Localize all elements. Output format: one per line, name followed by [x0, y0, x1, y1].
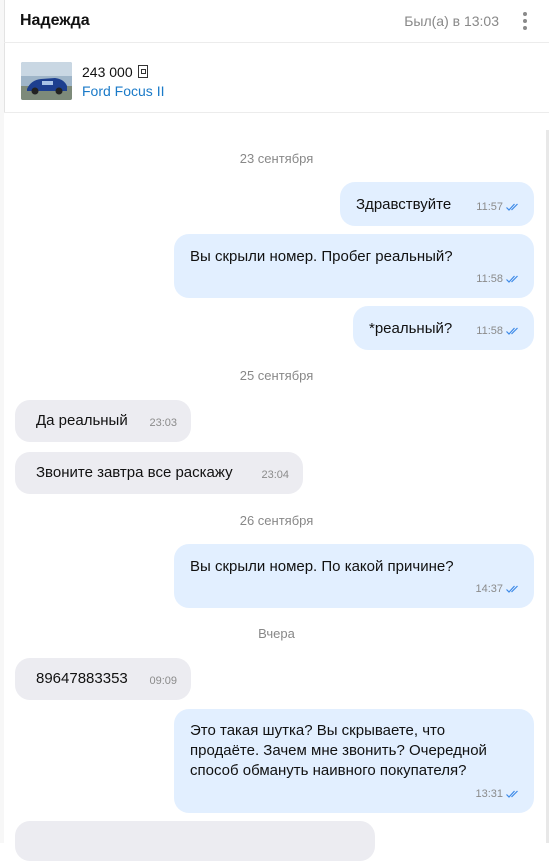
car-thumbnail[interactable] — [21, 62, 72, 100]
message-list[interactable]: 23 сентября Здравствуйте 11:57 Вы скрыли… — [4, 113, 549, 861]
message-text: Это такая шутка? Вы скрываете, что прода… — [190, 722, 487, 779]
message-text: Вы скрыли номер. По какой причине? — [190, 558, 454, 575]
message-text: Вы скрыли номер. Пробег реальный? — [190, 248, 453, 265]
message-incoming[interactable]: Да реальный 23:03 — [15, 400, 191, 442]
contact-name[interactable]: Надежда — [20, 12, 90, 30]
message-time: 09:09 — [149, 675, 177, 687]
date-separator: Вчера — [258, 626, 295, 641]
read-checkmarks-icon — [506, 790, 518, 798]
message-outgoing[interactable]: Вы скрыли номер. Пробег реальный? 11:58 — [174, 234, 534, 298]
message-time: 11:58 — [476, 269, 520, 289]
message-time: 11:58 — [476, 321, 520, 341]
date-separator: 23 сентября — [239, 151, 314, 166]
message-outgoing[interactable]: Вы скрыли номер. По какой причине? 14:37 — [174, 544, 534, 608]
message-time: 11:57 — [476, 197, 520, 217]
message-outgoing[interactable]: Это такая шутка? Вы скрываете, что прода… — [174, 709, 534, 813]
read-checkmarks-icon — [506, 275, 518, 283]
chat-header: Надежда Был(а) в 13:03 — [4, 0, 549, 43]
message-text: 89647883353 — [36, 670, 128, 687]
read-checkmarks-icon — [506, 327, 518, 335]
message-text: *реальный? — [369, 320, 453, 337]
message-time: 23:04 — [261, 469, 289, 481]
message-text: Да реальный — [36, 412, 128, 429]
price-value: 243 000 — [82, 63, 133, 80]
last-seen-status: Был(а) в 13:03 — [404, 13, 499, 29]
message-time: 14:37 — [475, 579, 520, 599]
price-history-icon[interactable] — [137, 65, 148, 78]
message-outgoing[interactable]: Здравствуйте 11:57 — [340, 182, 534, 226]
message-time: 13:31 — [475, 784, 520, 804]
read-checkmarks-icon — [506, 203, 518, 211]
message-incoming-partial[interactable] — [15, 821, 375, 861]
listing-card[interactable]: 243 000 Ford Focus II — [4, 50, 549, 113]
message-incoming[interactable]: 89647883353 09:09 — [15, 658, 191, 700]
message-time: 23:03 — [149, 417, 177, 429]
date-separator: 25 сентября — [239, 368, 314, 383]
message-outgoing[interactable]: *реальный? 11:58 — [353, 306, 534, 350]
read-checkmarks-icon — [506, 585, 518, 593]
date-separator: 26 сентября — [239, 513, 314, 528]
message-text: Звоните завтра все раскажу — [36, 464, 233, 481]
listing-price: 243 000 — [82, 64, 164, 80]
message-text: Здравствуйте — [356, 196, 452, 213]
message-incoming[interactable]: Звоните завтра все раскажу 23:04 — [15, 452, 303, 494]
more-options-icon[interactable] — [511, 8, 539, 34]
car-title-link[interactable]: Ford Focus II — [82, 83, 164, 99]
